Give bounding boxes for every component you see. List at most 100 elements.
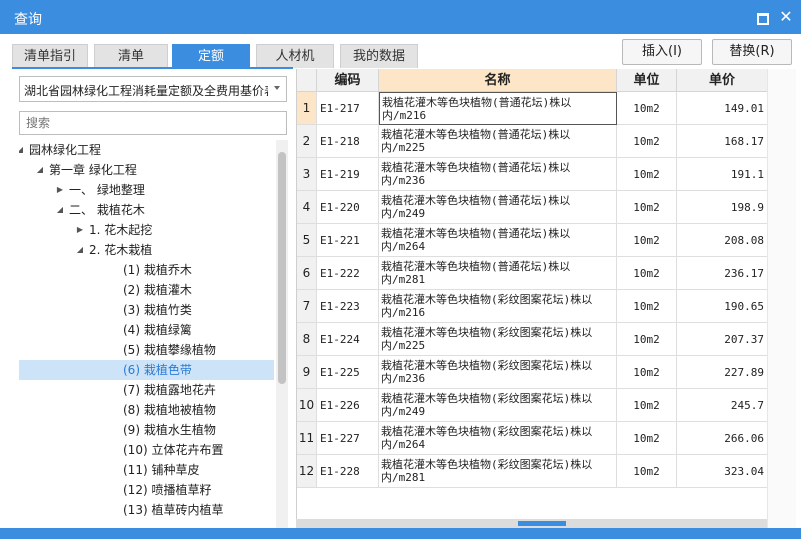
row-number[interactable]: 6 [297, 257, 317, 290]
cell-unit[interactable]: 10m2 [617, 455, 677, 488]
cell-unit[interactable]: 10m2 [617, 422, 677, 455]
tree-item[interactable]: (11) 铺种草皮 [19, 460, 274, 480]
cell-code[interactable]: E1-219 [317, 158, 379, 191]
tree-item[interactable]: (7) 栽植露地花卉 [19, 380, 274, 400]
tree-item[interactable]: (10) 立体花卉布置 [19, 440, 274, 460]
row-number[interactable]: 3 [297, 158, 317, 191]
row-number[interactable]: 5 [297, 224, 317, 257]
insert-button[interactable]: 插入(I) [622, 39, 702, 65]
row-number[interactable]: 11 [297, 422, 317, 455]
row-number[interactable]: 2 [297, 125, 317, 158]
close-icon[interactable]: ✕ [778, 9, 794, 25]
cell-price[interactable]: 208.08 [677, 224, 768, 257]
cell-name[interactable]: 栽植花灌木等色块植物(彩纹图案花坛)株以内/m281 [379, 455, 617, 488]
tree-item[interactable]: ▶ 1. 花木起挖 [19, 220, 274, 240]
tree-item[interactable]: (1) 栽植乔木 [19, 260, 274, 280]
tree-item[interactable]: (13) 植草砖内植草 [19, 500, 274, 520]
row-number[interactable]: 9 [297, 356, 317, 389]
table-scroll-marker[interactable] [518, 521, 566, 526]
cell-price[interactable]: 236.17 [677, 257, 768, 290]
row-number[interactable]: 10 [297, 389, 317, 422]
library-dropdown[interactable]: 湖北省园林绿化工程消耗量定额及全费用基价表 [19, 76, 287, 102]
cell-unit[interactable]: 10m2 [617, 389, 677, 422]
cell-unit[interactable]: 10m2 [617, 92, 677, 125]
tab-2[interactable]: 定额 [172, 44, 250, 68]
cell-price[interactable]: 245.7 [677, 389, 768, 422]
cell-name[interactable]: 栽植花灌木等色块植物(普通花坛)株以内/m249 [379, 191, 617, 224]
cell-name[interactable]: 栽植花灌木等色块植物(普通花坛)株以内/m281 [379, 257, 617, 290]
triangle-down-icon[interactable]: ◢ [19, 140, 25, 160]
tab-0[interactable]: 清单指引 [12, 44, 88, 68]
tree-item[interactable]: (5) 栽植攀缘植物 [19, 340, 274, 360]
cell-code[interactable]: E1-218 [317, 125, 379, 158]
cell-code[interactable]: E1-227 [317, 422, 379, 455]
cell-unit[interactable]: 10m2 [617, 257, 677, 290]
maximize-icon[interactable] [754, 9, 770, 25]
tab-1[interactable]: 清单 [94, 44, 168, 68]
cell-code[interactable]: E1-224 [317, 323, 379, 356]
cell-code[interactable]: E1-226 [317, 389, 379, 422]
cell-code[interactable]: E1-228 [317, 455, 379, 488]
cell-price[interactable]: 323.04 [677, 455, 768, 488]
cell-code[interactable]: E1-225 [317, 356, 379, 389]
cell-name[interactable]: 栽植花灌木等色块植物(普通花坛)株以内/m236 [379, 158, 617, 191]
cell-unit[interactable]: 10m2 [617, 290, 677, 323]
row-number[interactable]: 12 [297, 455, 317, 488]
table-horizontal-scrollbar[interactable] [296, 519, 767, 528]
tree-item[interactable]: (3) 栽植竹类 [19, 300, 274, 320]
cell-code[interactable]: E1-222 [317, 257, 379, 290]
cell-unit[interactable]: 10m2 [617, 125, 677, 158]
cell-code[interactable]: E1-217 [317, 92, 379, 125]
cell-code[interactable]: E1-221 [317, 224, 379, 257]
triangle-right-icon[interactable]: ▶ [75, 220, 85, 240]
triangle-right-icon[interactable]: ▶ [55, 180, 65, 200]
cell-name[interactable]: 栽植花灌木等色块植物(彩纹图案花坛)株以内/m216 [379, 290, 617, 323]
cell-price[interactable]: 190.65 [677, 290, 768, 323]
cell-code[interactable]: E1-223 [317, 290, 379, 323]
row-number-header[interactable] [297, 69, 317, 92]
header-unit[interactable]: 单位 [617, 69, 677, 92]
tree-scrollbar[interactable] [276, 140, 288, 528]
cell-name[interactable]: 栽植花灌木等色块植物(彩纹图案花坛)株以内/m264 [379, 422, 617, 455]
tree-item[interactable]: ◢ 二、 栽植花木 [19, 200, 274, 220]
tree-item[interactable]: ◢ 2. 花木栽植 [19, 240, 274, 260]
cell-price[interactable]: 227.89 [677, 356, 768, 389]
cell-name[interactable]: 栽植花灌木等色块植物(普通花坛)株以内/m216 [379, 92, 617, 125]
row-number[interactable]: 7 [297, 290, 317, 323]
row-number[interactable]: 8 [297, 323, 317, 356]
tab-4[interactable]: 我的数据 [340, 44, 418, 68]
cell-price[interactable]: 191.1 [677, 158, 768, 191]
tree-item[interactable]: (4) 栽植绿篱 [19, 320, 274, 340]
row-number[interactable]: 1 [297, 92, 317, 125]
cell-unit[interactable]: 10m2 [617, 224, 677, 257]
triangle-down-icon[interactable]: ◢ [55, 200, 65, 220]
tree-item[interactable]: (12) 喷播植草籽 [19, 480, 274, 500]
tree-scrollbar-thumb[interactable] [278, 152, 286, 384]
tree-item[interactable]: (8) 栽植地被植物 [19, 400, 274, 420]
row-number[interactable]: 4 [297, 191, 317, 224]
header-price[interactable]: 单价 [677, 69, 768, 92]
cell-name[interactable]: 栽植花灌木等色块植物(彩纹图案花坛)株以内/m236 [379, 356, 617, 389]
cell-name[interactable]: 栽植花灌木等色块植物(普通花坛)株以内/m264 [379, 224, 617, 257]
header-name[interactable]: 名称 [379, 69, 617, 92]
cell-price[interactable]: 207.37 [677, 323, 768, 356]
tree-item[interactable]: ◢ 第一章 绿化工程 [19, 160, 274, 180]
cell-unit[interactable]: 10m2 [617, 356, 677, 389]
cell-unit[interactable]: 10m2 [617, 191, 677, 224]
cell-name[interactable]: 栽植花灌木等色块植物(彩纹图案花坛)株以内/m225 [379, 323, 617, 356]
tree-item[interactable]: ▶ 一、 绿地整理 [19, 180, 274, 200]
cell-unit[interactable]: 10m2 [617, 323, 677, 356]
triangle-down-icon[interactable]: ◢ [35, 160, 45, 180]
cell-name[interactable]: 栽植花灌木等色块植物(普通花坛)株以内/m225 [379, 125, 617, 158]
cell-price[interactable]: 198.9 [677, 191, 768, 224]
tree-item[interactable]: (9) 栽植水生植物 [19, 420, 274, 440]
replace-button[interactable]: 替换(R) [712, 39, 792, 65]
cell-price[interactable]: 168.17 [677, 125, 768, 158]
tree-item[interactable]: (2) 栽植灌木 [19, 280, 274, 300]
cell-price[interactable]: 149.01 [677, 92, 768, 125]
tab-3[interactable]: 人材机 [256, 44, 334, 68]
cell-unit[interactable]: 10m2 [617, 158, 677, 191]
tree-item[interactable]: ◢ 园林绿化工程 [19, 140, 274, 160]
cell-price[interactable]: 266.06 [677, 422, 768, 455]
cell-code[interactable]: E1-220 [317, 191, 379, 224]
